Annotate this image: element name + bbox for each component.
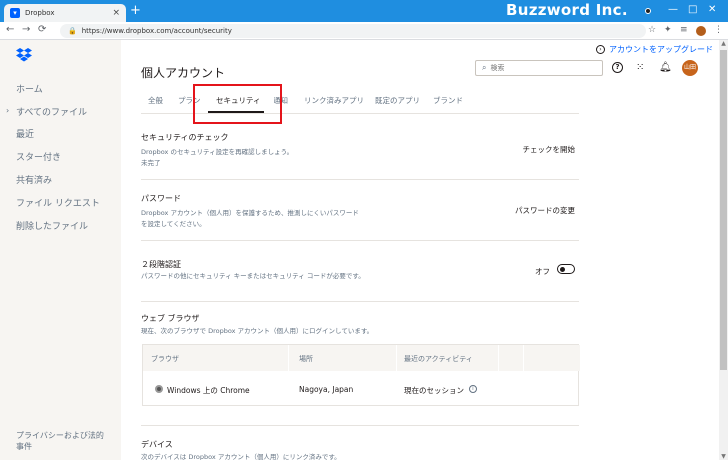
upgrade-account-link[interactable]: › アカウントをアップグレード	[596, 44, 713, 55]
browsers-title: ウェブ ブラウザ	[141, 314, 200, 323]
extension-icon[interactable]: ✦	[664, 25, 672, 35]
browser-cell: Windows 上の Chrome	[167, 386, 250, 395]
column-header-location: 場所	[299, 355, 313, 363]
password-title: パスワード	[141, 194, 181, 203]
page-title: 個人アカウント	[141, 66, 226, 80]
browser-toolbar: ← → ⟳ 🔒 https://www.dropbox.com/account/…	[0, 22, 728, 40]
tab-close-icon[interactable]: ×	[112, 8, 120, 18]
activity-cell: 現在のセッション	[404, 386, 464, 395]
scroll-down-icon[interactable]: ▼	[719, 453, 728, 460]
tab-title: Dropbox	[25, 9, 55, 17]
sidebar-item-deleted-files[interactable]: 削除したファイル	[16, 219, 88, 232]
two-step-toggle[interactable]	[557, 264, 575, 274]
two-step-title: ２段階認証	[141, 260, 181, 269]
brand-watermark: Buzzword Inc.	[506, 1, 628, 19]
help-icon[interactable]: ?	[612, 62, 623, 73]
dropbox-favicon-icon: ▾	[10, 8, 20, 18]
search-input[interactable]	[490, 64, 591, 72]
upgrade-label: アカウントをアップグレード	[609, 45, 713, 54]
toggle-knob	[560, 266, 565, 272]
notification-bell-icon[interactable]: 🔔︎	[659, 62, 672, 73]
checkup-title: セキュリティのチェック	[141, 133, 229, 142]
column-separator	[523, 345, 524, 371]
two-step-desc: パスワードの他にセキュリティ キーまたはセキュリティ コードが必要です。	[141, 272, 365, 280]
lock-icon: 🔒	[68, 27, 77, 35]
tab-branding[interactable]: ブランド	[433, 95, 463, 106]
annotation-highlight-box	[193, 84, 282, 124]
browser-titlebar: ▾ Dropbox × + Buzzword Inc. — □ ✕	[0, 0, 728, 22]
two-step-section: ２段階認証 パスワードの他にセキュリティ キーまたはセキュリティ コードが必要で…	[141, 259, 579, 289]
password-desc: Dropbox アカウント（個人用）を保護するため、推測しにくいパスワード	[141, 209, 359, 217]
new-tab-button[interactable]: +	[130, 3, 141, 19]
scroll-up-icon[interactable]: ▲	[719, 40, 728, 47]
url-text: https://www.dropbox.com/account/security	[81, 27, 232, 35]
search-box[interactable]: ⌕	[475, 60, 603, 76]
web-browsers-section: ウェブ ブラウザ 現在、次のブラウザで Dropbox アカウント（個人用）にロ…	[141, 313, 579, 343]
column-separator	[498, 345, 499, 371]
browsers-table: ブラウザ 場所 最近のアクティビティ Windows 上の Chrome Nag…	[142, 344, 580, 406]
search-icon: ⌕	[482, 63, 487, 72]
reading-list-icon[interactable]: ≡	[680, 25, 688, 35]
column-separator	[288, 345, 289, 371]
tab-linked-apps[interactable]: リンク済みアプリ	[304, 95, 364, 106]
tab-default-apps[interactable]: 既定のアプリ	[375, 95, 420, 106]
close-window-button[interactable]: ✕	[708, 4, 716, 15]
password-desc-2: を設定してください。	[141, 220, 206, 228]
column-header-activity: 最近のアクティビティ	[404, 355, 473, 363]
security-checkup-section: セキュリティのチェック Dropbox のセキュリティ設定を再確認しましょう。 …	[141, 132, 579, 172]
sidebar-item-home[interactable]: ホーム	[16, 82, 43, 95]
checkup-status: 未完了	[141, 159, 161, 167]
sidebar-item-recent[interactable]: 最近	[16, 127, 34, 140]
record-icon	[645, 8, 651, 14]
divider	[141, 425, 579, 426]
back-button[interactable]: ←	[6, 24, 14, 35]
column-separator	[396, 345, 397, 371]
location-cell: Nagoya, Japan	[299, 385, 354, 394]
scrollbar[interactable]: ▲ ▼	[719, 40, 728, 460]
browser-tab[interactable]: ▾ Dropbox ×	[4, 4, 126, 22]
dropbox-logo-icon[interactable]	[16, 48, 32, 62]
tab-general[interactable]: 全般	[148, 95, 163, 106]
browser-menu-icon[interactable]: ⋮	[714, 25, 723, 35]
sidebar-item-starred[interactable]: スター付き	[16, 150, 61, 163]
sidebar-item-all-files[interactable]: すべてのファイル	[16, 105, 87, 118]
reload-button[interactable]: ⟳	[38, 24, 46, 35]
user-avatar[interactable]: 山田	[682, 60, 698, 76]
sidebar-item-file-requests[interactable]: ファイル リクエスト	[16, 196, 100, 209]
maximize-button[interactable]: □	[688, 4, 697, 15]
star-icon[interactable]: ☆	[648, 25, 656, 35]
minimize-button[interactable]: —	[668, 4, 678, 15]
sidebar: ホーム › すべてのファイル 最近 スター付き 共有済み ファイル リクエスト …	[0, 40, 121, 460]
column-header-browser: ブラウザ	[151, 355, 179, 363]
address-bar[interactable]: 🔒 https://www.dropbox.com/account/securi…	[60, 24, 646, 38]
chrome-icon	[155, 385, 163, 393]
sidebar-item-shared[interactable]: 共有済み	[16, 173, 52, 186]
forward-button[interactable]: →	[22, 24, 30, 35]
change-password-button[interactable]: パスワードの変更	[515, 205, 575, 216]
devices-desc: 次のデバイスは Dropbox アカウント（個人用）にリンク済みです。	[141, 453, 341, 460]
privacy-legal-link[interactable]: プライバシーおよび法的事件	[16, 430, 111, 452]
checkup-desc: Dropbox のセキュリティ設定を再確認しましょう。	[141, 148, 294, 156]
browser-profile-avatar[interactable]	[696, 26, 706, 36]
devices-title: デバイス	[141, 440, 173, 449]
browsers-desc: 現在、次のブラウザで Dropbox アカウント（個人用）にログインしています。	[141, 327, 374, 335]
divider	[141, 240, 579, 241]
password-section: パスワード Dropbox アカウント（個人用）を保護するため、推測しにくいパス…	[141, 193, 579, 233]
scroll-thumb[interactable]	[720, 50, 727, 370]
table-header: ブラウザ 場所 最近のアクティビティ	[143, 345, 580, 371]
start-checkup-button[interactable]: チェックを開始	[523, 144, 576, 155]
devices-section: デバイス 次のデバイスは Dropbox アカウント（個人用）にリンク済みです。	[141, 439, 579, 460]
upgrade-arrow-icon: ›	[596, 45, 605, 54]
divider	[141, 179, 579, 180]
apps-grid-icon[interactable]: ⁙	[636, 62, 644, 73]
two-step-toggle-label: オフ	[535, 267, 550, 276]
divider	[141, 301, 579, 302]
info-icon[interactable]: i	[469, 385, 477, 393]
chevron-right-icon[interactable]: ›	[6, 106, 9, 115]
